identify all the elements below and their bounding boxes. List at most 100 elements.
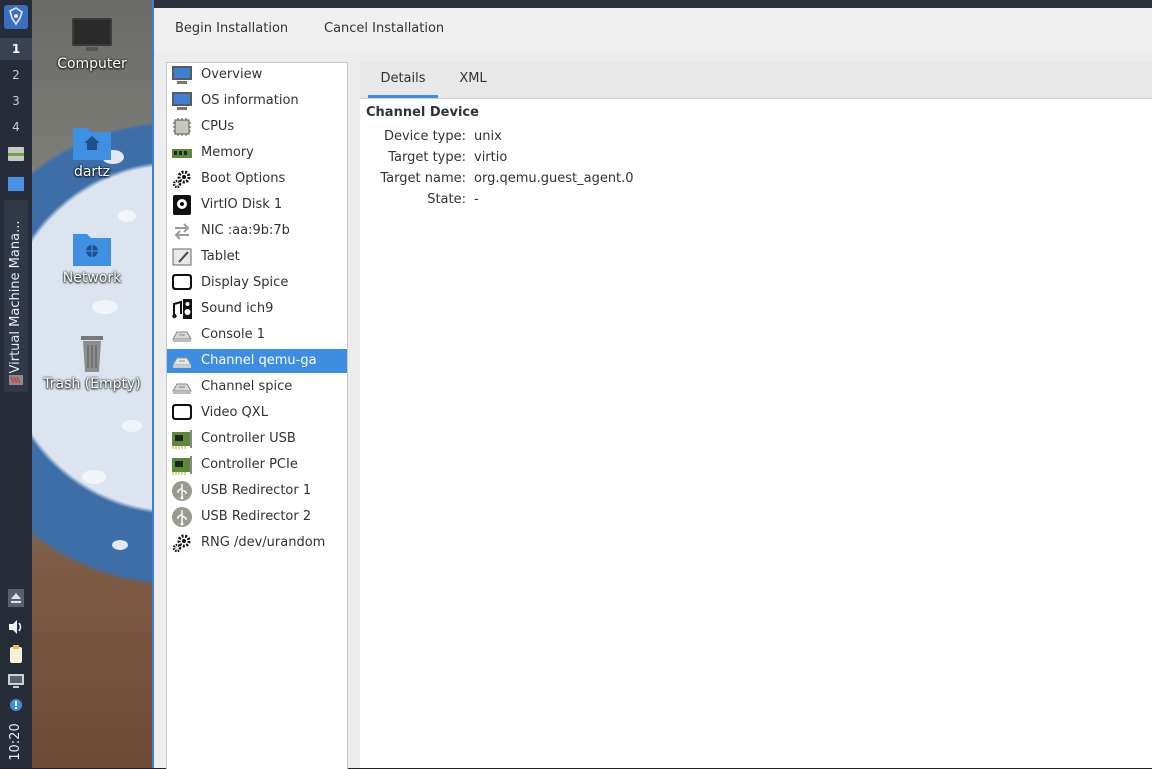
details-pane: Details XML Channel Device Device type: … — [360, 62, 1152, 768]
wallpaper-pattern — [112, 540, 128, 550]
hardware-item-label: VirtIO Disk 1 — [201, 197, 283, 212]
hardware-item-label: OS information — [201, 93, 299, 108]
hardware-item-sound-ich9[interactable]: Sound ich9 — [167, 297, 347, 321]
memory-stick-icon — [172, 149, 192, 158]
gear-icon — [172, 534, 191, 553]
hardware-item-controller-pcie[interactable]: Controller PCIe — [167, 453, 347, 477]
hardware-item-boot-options[interactable]: Boot Options — [167, 167, 347, 191]
hardware-item-virtio-disk-1[interactable]: VirtIO Disk 1 — [167, 193, 347, 217]
desktop-icon-network[interactable]: Network — [32, 228, 152, 286]
hardware-item-label: USB Redirector 1 — [201, 483, 312, 498]
desktop-icon-label: Computer — [57, 56, 127, 72]
wallpaper-pattern — [92, 300, 118, 314]
hardware-item-label: CPUs — [201, 119, 235, 134]
hardware-item-overview[interactable]: Overview — [167, 63, 347, 87]
hardware-item-label: Controller USB — [201, 431, 296, 446]
hardware-item-label: Channel qemu-ga — [201, 353, 317, 368]
app-menu-button[interactable] — [0, 4, 32, 30]
tab-xml[interactable]: XML — [446, 62, 500, 98]
hardware-item-display-spice[interactable]: Display Spice — [167, 271, 347, 295]
serial-port-icon — [172, 331, 192, 342]
usb-icon — [172, 507, 192, 527]
serial-port-icon — [172, 357, 192, 368]
hardware-item-label: Console 1 — [201, 327, 266, 342]
eject-button[interactable] — [0, 588, 32, 608]
hardware-item-rng[interactable]: RNG /dev/urandom — [167, 531, 347, 555]
network-status-button[interactable] — [0, 672, 32, 692]
workspace-3[interactable]: 3 — [0, 90, 32, 112]
tablet-pen-icon — [172, 248, 192, 266]
property-row-device-type: Device type: unix — [360, 126, 1152, 147]
sound-icon — [172, 299, 192, 319]
file-manager-launcher[interactable] — [0, 144, 32, 164]
hardware-item-video-qxl[interactable]: Video QXL — [167, 401, 347, 425]
desktop-icon-label: dartz — [73, 164, 111, 180]
hardware-item-label: Sound ich9 — [201, 301, 274, 316]
vm-manager-icon — [9, 375, 23, 385]
property-key: Device type: — [383, 129, 466, 144]
controller-card-icon — [172, 456, 192, 475]
section-title: Channel Device — [366, 105, 479, 120]
hardware-item-channel-spice[interactable]: Channel spice — [167, 375, 347, 399]
desktop: Computer dartz Network Trash (Empty) — [32, 0, 152, 768]
show-desktop-button[interactable] — [0, 174, 32, 194]
workspace-2[interactable]: 2 — [0, 64, 32, 86]
desktop-icon-label: Network — [62, 270, 122, 286]
hardware-item-label: Tablet — [201, 249, 240, 264]
hardware-item-label: Channel spice — [201, 379, 293, 394]
property-value: unix — [474, 129, 502, 144]
hardware-item-console-1[interactable]: Console 1 — [167, 323, 347, 347]
clipboard-button[interactable] — [0, 644, 32, 664]
network-monitor-icon — [8, 674, 24, 688]
taskbar: 1 2 3 4 Virtual Machine Mana... 10:20 — [0, 0, 32, 768]
home-folder-icon — [73, 128, 111, 160]
desktop-icon-label: Trash (Empty) — [43, 376, 141, 392]
info-icon — [10, 699, 22, 711]
property-key: Target name: — [380, 171, 466, 186]
hardware-list: Overview OS information CPUs Memory Boot… — [166, 62, 348, 769]
display-icon — [172, 274, 192, 290]
cancel-installation-button[interactable]: Cancel Installation — [316, 18, 452, 40]
hardware-item-controller-usb[interactable]: Controller USB — [167, 427, 347, 451]
usb-icon — [172, 481, 192, 501]
clipboard-icon — [10, 645, 22, 663]
trash-icon — [81, 336, 103, 372]
cpu-chip-icon — [173, 118, 191, 136]
desktop-icon-dartz[interactable]: dartz — [32, 122, 152, 180]
network-folder-icon — [73, 234, 111, 266]
toolbar: Begin Installation Cancel Installation — [154, 8, 1152, 52]
hardware-item-label: RNG /dev/urandom — [201, 535, 326, 550]
workspace-1[interactable]: 1 — [0, 38, 32, 60]
volume-button[interactable] — [0, 618, 32, 636]
desktop-icon-computer[interactable]: Computer — [32, 14, 152, 72]
hardware-item-nic[interactable]: NIC :aa:9b:7b — [167, 219, 347, 243]
hardware-item-usb-redirector-2[interactable]: USB Redirector 2 — [167, 505, 347, 529]
hardware-item-tablet[interactable]: Tablet — [167, 245, 347, 269]
hardware-item-label: Display Spice — [201, 275, 289, 290]
hardware-item-memory[interactable]: Memory — [167, 141, 347, 165]
desktop-icon-trash[interactable]: Trash (Empty) — [32, 332, 152, 392]
hardware-item-channel-qemu-ga[interactable]: Channel qemu-ga — [167, 349, 347, 373]
workspace-4[interactable]: 4 — [0, 116, 32, 138]
vm-details-window: Begin Installation Cancel Installation O… — [154, 0, 1152, 769]
clock[interactable]: 10:20 — [8, 718, 24, 766]
hardware-item-os-information[interactable]: OS information — [167, 89, 347, 113]
hardware-item-label: USB Redirector 2 — [201, 509, 312, 524]
monitor-icon — [172, 66, 192, 84]
tab-details[interactable]: Details — [368, 62, 438, 98]
speaker-icon — [9, 620, 22, 634]
hardware-item-usb-redirector-1[interactable]: USB Redirector 1 — [167, 479, 347, 503]
wallpaper-pattern — [82, 470, 106, 484]
window-title-strip — [154, 0, 1152, 8]
hardware-item-cpus[interactable]: CPUs — [167, 115, 347, 139]
notification-button[interactable] — [0, 698, 32, 714]
computer-icon — [72, 18, 112, 51]
desktop-icon — [8, 177, 24, 191]
hardware-item-label: Controller PCIe — [201, 457, 298, 472]
property-row-state: State: - — [360, 189, 1152, 210]
begin-installation-button[interactable]: Begin Installation — [167, 18, 296, 40]
task-label: Virtual Machine Mana... — [8, 220, 23, 374]
app-menu-icon — [4, 5, 28, 29]
eject-icon — [8, 589, 24, 607]
task-virtual-machine-manager[interactable]: Virtual Machine Mana... — [4, 200, 28, 392]
